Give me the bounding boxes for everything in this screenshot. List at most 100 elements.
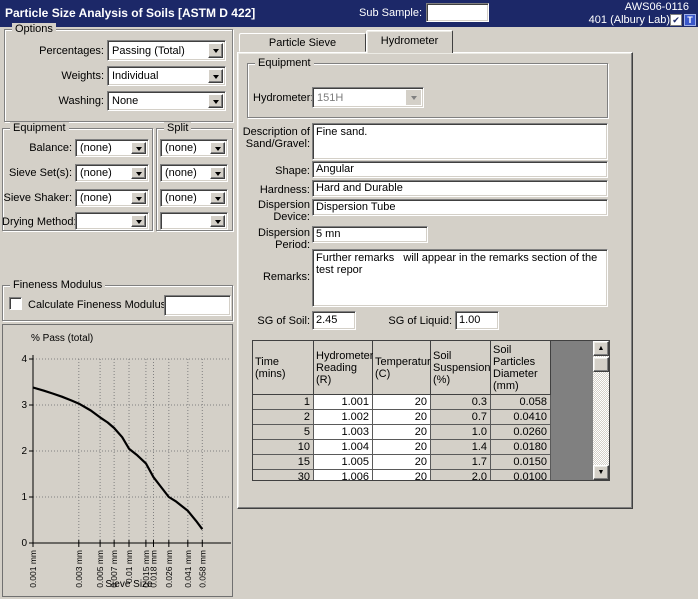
dropdown-arrow-icon[interactable] [210, 167, 225, 179]
percentages-label: Percentages: [39, 45, 104, 57]
remarks-label: Remarks: [262, 271, 310, 283]
dropdown-arrow-icon[interactable] [210, 192, 225, 204]
table-row: 30 1.006 20 2.0 0.0100 [253, 470, 609, 480]
sieve-sets-split-combo[interactable]: (none) [160, 164, 228, 182]
fineness-group-label: Fineness Modulus [10, 279, 106, 292]
table-row: 15 1.005 20 1.7 0.0150 [253, 455, 609, 470]
scrollbar-thumb[interactable] [593, 357, 609, 372]
scroll-down-icon[interactable]: ▼ [593, 465, 609, 480]
remarks-field[interactable]: Further remarks will appear in the remar… [312, 249, 608, 307]
weights-label: Weights: [61, 70, 104, 82]
dropdown-arrow-icon[interactable] [208, 43, 223, 58]
tab-label: Hydrometer [380, 35, 439, 47]
table-cell: 2 [253, 410, 314, 425]
split-group-label: Split [164, 122, 192, 135]
checkmark-icon[interactable]: ✔ [670, 14, 682, 26]
dropdown-arrow-icon[interactable] [210, 215, 225, 227]
drying-method-split-combo[interactable] [160, 212, 228, 230]
table-cell[interactable]: 20 [373, 440, 431, 455]
table-cell[interactable]: 1.001 [314, 395, 373, 410]
table-cell: 0.0260 [491, 425, 551, 440]
dropdown-arrow-icon[interactable] [208, 69, 223, 83]
table-cell[interactable]: 20 [373, 455, 431, 470]
svg-text:0.001 mm: 0.001 mm [28, 550, 38, 588]
balance-combo[interactable]: (none) [75, 139, 149, 157]
dropdown-arrow-icon[interactable] [131, 167, 146, 179]
sub-sample-input[interactable] [426, 3, 489, 22]
dispersion-period-field[interactable]: 5 mn [312, 226, 428, 243]
percentages-combo[interactable]: Passing (Total) [107, 40, 226, 61]
table-cell: 1.0 [431, 425, 491, 440]
sieve-shaker-value: (none) [80, 192, 112, 204]
equipment-group-label: Equipment [10, 122, 69, 135]
dispersion-device-label: Dispersion Device: [258, 199, 310, 223]
sieve-shaker-label: Sieve Shaker: [3, 192, 72, 204]
hydrometer-label: Hydrometer: [253, 92, 314, 104]
calculate-fineness-checkbox[interactable] [9, 297, 22, 310]
chart-curve [32, 386, 204, 530]
table-cell: 1.4 [431, 440, 491, 455]
text-tool-icon[interactable]: T [684, 14, 696, 26]
table-cell[interactable]: 1.006 [314, 470, 373, 480]
table-cell[interactable]: 20 [373, 410, 431, 425]
table-cell[interactable]: 1.004 [314, 440, 373, 455]
table-cell: 0.0150 [491, 455, 551, 470]
svg-text:1: 1 [21, 492, 27, 503]
description-field[interactable]: Fine sand. [312, 123, 608, 160]
hydro-equipment-group-label: Equipment [255, 57, 314, 70]
table-cell[interactable]: 1.005 [314, 455, 373, 470]
table-cell[interactable]: 20 [373, 470, 431, 480]
dispersion-device-field[interactable]: Dispersion Tube [312, 199, 608, 216]
hardness-field[interactable]: Hard and Durable [312, 180, 608, 197]
fineness-value-field[interactable] [164, 295, 231, 316]
drying-method-combo[interactable] [75, 212, 149, 230]
tab-hydrometer[interactable]: Hydrometer [366, 30, 453, 53]
weights-value: Individual [112, 70, 159, 82]
svg-text:Sieve Size: Sieve Size [105, 579, 153, 590]
sieve-shaker-split-combo[interactable]: (none) [160, 189, 228, 207]
sieve-sets-split-value: (none) [165, 167, 197, 179]
table-row: 2 1.002 20 0.7 0.0410 [253, 410, 609, 425]
dropdown-arrow-icon[interactable] [131, 192, 146, 204]
table-row: 1 1.001 20 0.3 0.058 [253, 395, 609, 410]
shape-field[interactable]: Angular [312, 161, 608, 178]
sg-liquid-field[interactable]: 1.00 [455, 311, 499, 330]
scroll-up-icon[interactable]: ▲ [593, 341, 609, 356]
sieve-sets-value: (none) [80, 167, 112, 179]
table-cell: 0.3 [431, 395, 491, 410]
table-cell: 0.0100 [491, 470, 551, 480]
tab-particle-sieve-distribution[interactable]: Particle Sieve Distribution [239, 33, 366, 67]
svg-text:0: 0 [21, 538, 27, 549]
sg-soil-field[interactable]: 2.45 [312, 311, 356, 330]
dropdown-arrow-icon[interactable] [208, 94, 223, 108]
percentages-value: Passing (Total) [112, 44, 185, 57]
table-cell[interactable]: 20 [373, 395, 431, 410]
window-title: Particle Size Analysis of Soils [ASTM D … [5, 6, 256, 20]
weights-combo[interactable]: Individual [107, 66, 226, 86]
title-bar: Particle Size Analysis of Soils [ASTM D … [0, 0, 698, 27]
hardness-label: Hardness: [259, 184, 310, 196]
sieve-sets-combo[interactable]: (none) [75, 164, 149, 182]
table-cell[interactable]: 1.003 [314, 425, 373, 440]
sieve-shaker-combo[interactable]: (none) [75, 189, 149, 207]
column-header: Soil Suspension (%) [431, 341, 491, 395]
dropdown-arrow-icon[interactable] [210, 142, 225, 154]
hydrometer-combo[interactable]: 151H [312, 87, 424, 108]
balance-split-combo[interactable]: (none) [160, 139, 228, 157]
table-cell: 2.0 [431, 470, 491, 480]
column-header: Soil Particles Diameter (mm) [491, 341, 551, 395]
table-cell: 1 [253, 395, 314, 410]
table-scrollbar[interactable]: ▲ ▼ [593, 341, 609, 480]
dispersion-period-label: Dispersion Period: [258, 227, 310, 251]
dropdown-arrow-icon[interactable] [131, 215, 146, 227]
shape-label: Shape: [275, 165, 310, 177]
svg-text:0.041 mm: 0.041 mm [183, 550, 193, 588]
dropdown-arrow-icon [406, 90, 421, 105]
balance-value: (none) [80, 142, 112, 154]
hydrometer-value: 151H [317, 91, 344, 104]
table-cell[interactable]: 20 [373, 425, 431, 440]
dropdown-arrow-icon[interactable] [131, 142, 146, 154]
washing-combo[interactable]: None [107, 91, 226, 111]
table-cell[interactable]: 1.002 [314, 410, 373, 425]
table-cell: 0.7 [431, 410, 491, 425]
